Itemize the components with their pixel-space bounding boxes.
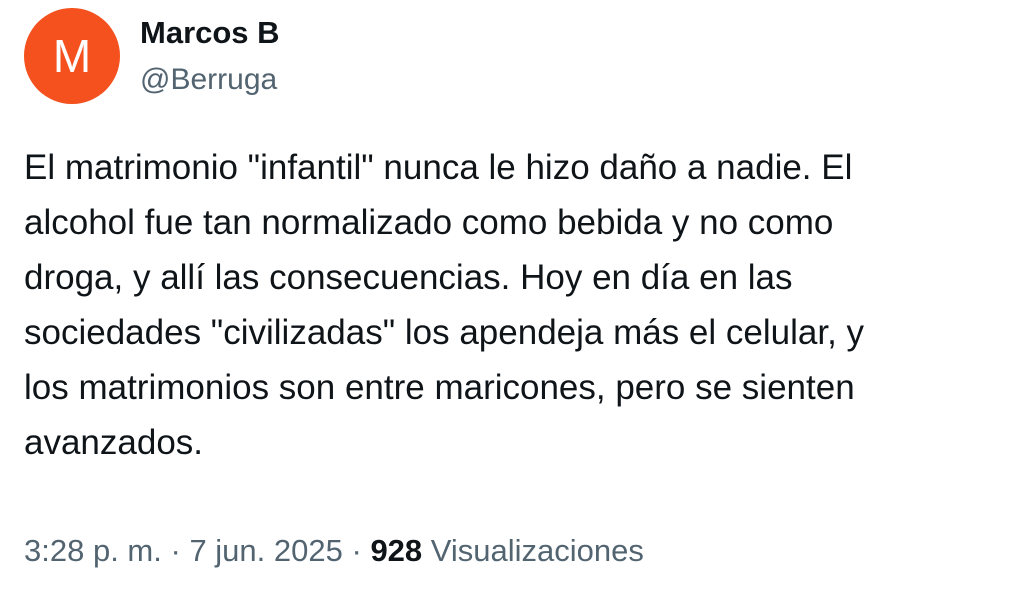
avatar-letter: M xyxy=(52,30,92,82)
tweet-text-line: alcohol fue tan normalizado como bebida … xyxy=(24,203,834,242)
views-count: 928 xyxy=(370,533,423,568)
meta-separator: · xyxy=(170,533,181,568)
avatar[interactable]: M xyxy=(24,8,120,104)
tweet: M Marcos B @Berruga El matrimonio "infan… xyxy=(0,0,1034,596)
tweet-time[interactable]: 3:28 p. m. xyxy=(24,533,162,568)
tweet-text-line: El matrimonio "infantil" nunca le hizo d… xyxy=(24,148,853,187)
views-label: Visualizaciones xyxy=(430,533,644,568)
tweet-text-line: los matrimonios son entre maricones, per… xyxy=(24,368,855,407)
tweet-text: El matrimonio "infantil" nunca le hizo d… xyxy=(24,140,1030,470)
tweet-text-line: avanzados. xyxy=(24,423,204,462)
tweet-text-line: sociedades "civilizadas" los apendeja má… xyxy=(24,313,865,352)
meta-separator: · xyxy=(351,533,362,568)
author-display-name[interactable]: Marcos B xyxy=(140,14,280,52)
tweet-text-line: droga, y allí las consecuencias. Hoy en … xyxy=(24,258,793,297)
author-handle[interactable]: @Berruga xyxy=(140,61,277,99)
tweet-date[interactable]: 7 jun. 2025 xyxy=(189,533,342,568)
tweet-meta: 3:28 p. m. · 7 jun. 2025 · 928 Visualiza… xyxy=(24,530,644,572)
